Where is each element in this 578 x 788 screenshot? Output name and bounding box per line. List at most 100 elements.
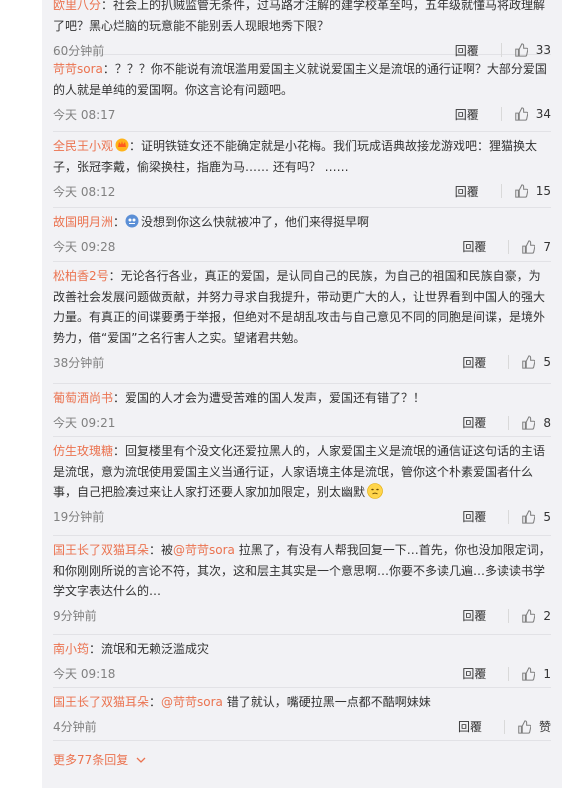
- comment-body: ：流氓和无赖泛滥成灾: [89, 642, 210, 656]
- reply-button[interactable]: 回覆: [462, 414, 486, 431]
- thumbs-up-icon: [522, 355, 536, 369]
- like-button[interactable]: 赞: [503, 719, 551, 734]
- comment-actions: 回覆 7: [462, 235, 551, 259]
- comment-actions: 回覆 1: [462, 662, 551, 686]
- thumbs-up-icon: [522, 239, 536, 254]
- crown-badge-icon: [115, 138, 129, 152]
- comment-username[interactable]: 国王长了双猫耳朵: [53, 695, 149, 709]
- reply-button[interactable]: 回覆: [462, 508, 486, 525]
- comment-username[interactable]: 国王长了双猫耳朵: [53, 543, 149, 557]
- thumbs-up-icon: [522, 608, 536, 623]
- like-button[interactable]: 5: [508, 509, 551, 524]
- comment-username[interactable]: 全民王小观: [53, 139, 113, 153]
- like-button[interactable]: 15: [500, 184, 551, 198]
- comment-time: 9分钟前: [53, 609, 97, 623]
- like-button[interactable]: 8: [508, 415, 551, 430]
- comment-username[interactable]: 葡萄酒尚书: [53, 391, 113, 405]
- comment-time: 今天 09:21: [53, 416, 116, 430]
- like-button[interactable]: 2: [508, 608, 551, 623]
- comment-list: 欧里八分：社会上的扒贼监管无条件，过马路才注解的建学校革至吗，五年级就懂马将政理…: [53, 0, 551, 768]
- comment-time: 今天 09:18: [53, 667, 116, 681]
- comment-text: 欧里八分：社会上的扒贼监管无条件，过马路才注解的建学校革至吗，五年级就懂马将政理…: [53, 0, 551, 36]
- comment-actions: 回覆 赞: [458, 715, 551, 739]
- reply-button[interactable]: 回覆: [458, 718, 482, 735]
- like-count: 7: [543, 239, 551, 254]
- comment-item: 全民王小观 ：证明铁链女还不能确定就是小花梅。我们玩成语典故接龙游戏吧：狸猫换太子…: [53, 132, 551, 208]
- comment-meta: 19分钟前 回覆 5: [53, 505, 551, 529]
- like-button[interactable]: 7: [508, 239, 551, 254]
- comment-body: ：？？？你不能说有流氓滥用爱国主义就说爱国主义是流氓的通行证啊？大部分爱国的人就…: [53, 62, 547, 97]
- more-replies-label: 更多77条回复: [53, 753, 129, 767]
- reply-button[interactable]: 回覆: [462, 354, 486, 371]
- comment-body: 错了就认，嘴硬拉黑一点都不酷啊妹妹: [222, 695, 431, 709]
- comment-username[interactable]: 欧里八分: [53, 0, 101, 12]
- comment-body: ：社会上的扒贼监管无条件，过马路才注解的建学校革至吗，五年级就懂马将政理解了吧？…: [53, 0, 546, 33]
- comment-item: 国王长了双猫耳朵：@苛苛sora 错了就认，嘴硬拉黑一点都不酷啊妹妹 4分钟前 …: [53, 688, 551, 741]
- comment-text: 故国明月洲： 没想到你这么快就被冲了，他们来得挺早啊: [53, 214, 370, 229]
- comment-item: 仿生玫瑰糖：回复楼里有个没文化还爱拉黑人的，人家爱国主义是流氓的通信证这句话的主…: [53, 437, 551, 536]
- like-button[interactable]: 5: [508, 355, 551, 369]
- comment-text: 国王长了双猫耳朵：@苛苛sora 错了就认，嘴硬拉黑一点都不酷啊妹妹: [53, 692, 551, 713]
- comment-item: 苛苛sora：？？？你不能说有流氓滥用爱国主义就说爱国主义是流氓的通行证啊？大部…: [53, 55, 551, 132]
- comment-time: 今天 09:28: [53, 240, 116, 254]
- comment-item: 故国明月洲： 没想到你这么快就被冲了，他们来得挺早啊 今天 09:28 回覆 7: [53, 208, 551, 262]
- comment-text: 国王长了双猫耳朵：被@苛苛sora 拉黑了，有没有人帮我回复一下…首先，你也没加…: [53, 540, 551, 602]
- thumbs-up-icon: [522, 415, 536, 430]
- comment-time: 4分钟前: [53, 720, 97, 734]
- comment-actions: 回覆 34: [455, 102, 551, 126]
- like-count: 赞: [538, 720, 551, 734]
- comment-meta: 今天 08:17 回覆 34: [53, 102, 551, 126]
- reply-button[interactable]: 回覆: [462, 607, 486, 624]
- comment-username[interactable]: 仿生玫瑰糖: [53, 444, 113, 458]
- comment-text: 南小筠：流氓和无赖泛滥成灾: [53, 639, 551, 660]
- comment-text: 全民王小观 ：证明铁链女还不能确定就是小花梅。我们玩成语典故接龙游戏吧：狸猫换太子…: [53, 136, 551, 177]
- comment-username[interactable]: 苛苛sora: [53, 62, 103, 76]
- comment-meta: 今天 09:21 回覆 8: [53, 411, 551, 435]
- thumbs-up-icon: [522, 666, 536, 681]
- thumbs-up-icon: [518, 719, 531, 734]
- comment-item: 南小筠：流氓和无赖泛滥成灾 今天 09:18 回覆 1: [53, 635, 551, 688]
- comment-item: 国王长了双猫耳朵：被@苛苛sora 拉黑了，有没有人帮我回复一下…首先，你也没加…: [53, 536, 551, 635]
- comment-body: ：回复楼里有个没文化还爱拉黑人的，人家爱国主义是流氓的通信证这句话的主语是流氓，…: [53, 444, 546, 499]
- comment-actions: 回覆 15: [455, 179, 551, 203]
- comment-actions: 回覆 5: [462, 350, 551, 374]
- comment-text: 苛苛sora：？？？你不能说有流氓滥用爱国主义就说爱国主义是流氓的通行证啊？大部…: [53, 59, 551, 100]
- thumbs-up-icon: [514, 107, 528, 121]
- comment-time: 今天 08:12: [53, 184, 116, 199]
- like-button[interactable]: 1: [508, 666, 551, 681]
- reply-button[interactable]: 回覆: [455, 183, 479, 200]
- comment-meta: 今天 09:18 回覆 1: [53, 662, 551, 686]
- like-count: 15: [535, 184, 551, 198]
- like-button[interactable]: 34: [500, 107, 551, 121]
- reply-button[interactable]: 回覆: [462, 665, 486, 682]
- chevron-down-icon: [136, 757, 146, 763]
- reply-button[interactable]: 回覆: [455, 106, 479, 123]
- mention-link[interactable]: @苛苛sora: [161, 695, 223, 709]
- comment-username[interactable]: 故国明月洲: [53, 215, 113, 229]
- comment-body-prefix: ：: [149, 695, 162, 709]
- thumbs-up-icon: [522, 509, 536, 524]
- comment-username[interactable]: 松柏香2号: [53, 269, 109, 283]
- comment-item: 松柏香2号：无论各行各业，真正的爱国，是认同自己的民族，为自己的祖国和民族自豪，…: [53, 262, 551, 384]
- comment-time: 今天 08:17: [53, 107, 116, 122]
- comment-item: 葡萄酒尚书：爱国的人才会为遭受苦难的国人发声，爱国还有错了？！ 今天 09:21…: [53, 384, 551, 437]
- comment-body: ：爱国的人才会为遭受苦难的国人发声，爱国还有错了？！: [113, 391, 426, 405]
- thumbs-up-icon: [514, 184, 528, 198]
- mention-link[interactable]: @苛苛sora: [173, 543, 235, 557]
- more-replies-link[interactable]: 更多77条回复: [53, 741, 551, 768]
- comment-body: 没想到你这么快就被冲了，他们来得挺早啊: [141, 215, 370, 229]
- comment-meta: 4分钟前 回覆 赞: [53, 715, 551, 739]
- comment-meta: 今天 08:12 回覆 15: [53, 179, 551, 203]
- reply-button[interactable]: 回覆: [462, 238, 486, 255]
- comment-meta: 9分钟前 回覆 2: [53, 604, 551, 628]
- smirk-emoji-icon: [367, 483, 383, 499]
- comment-actions: 回覆 8: [462, 411, 551, 435]
- like-count: 2: [543, 608, 551, 623]
- like-count: 8: [543, 415, 551, 430]
- comment-time: 38分钟前: [53, 355, 105, 370]
- like-count: 5: [543, 509, 551, 524]
- comment-item: 欧里八分：社会上的扒贼监管无条件，过马路才注解的建学校革至吗，五年级就懂马将政理…: [53, 0, 551, 58]
- like-count: 1: [543, 666, 551, 681]
- comment-meta: 今天 09:28 回覆 7: [53, 235, 551, 259]
- comment-username[interactable]: 南小筠: [53, 642, 89, 656]
